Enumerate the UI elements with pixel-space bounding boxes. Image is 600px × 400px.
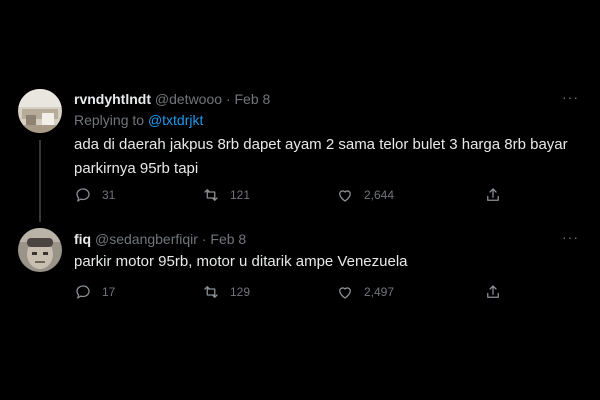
reply-button[interactable]: 17 [74,283,115,301]
retweet-icon [204,286,218,298]
tweet-text: ada di daerah jakpus 8rb dapet ayam 2 sa… [74,133,574,181]
retweet-button[interactable]: 129 [202,283,250,301]
tweet-1[interactable]: rvndyhtlndt @detwooo · Feb 8 ··· Replyin… [0,0,600,220]
like-button[interactable]: 2,497 [336,283,394,301]
tweet-text-line: parkirnya 95rb tapi [74,160,199,177]
retweet-icon [204,189,218,201]
like-icon [339,287,351,299]
tweet-actions: 31 121 2,644 [74,186,514,206]
tweet-header: fiq @sedangberfiqir · Feb 8 [74,230,246,248]
user-handle[interactable]: @detwooo [155,91,222,107]
reply-icon [76,188,90,202]
tweet-text-line: parkir motor 95rb, motor u ditarik ampe … [74,253,408,270]
avatar-image [18,89,62,133]
retweet-button[interactable]: 121 [202,186,250,204]
tweet-date[interactable]: Feb 8 [235,91,271,107]
share-icon [487,285,499,298]
replying-to: Replying to @txtdrjkt [74,112,203,128]
like-icon [339,190,351,202]
display-name[interactable]: fiq [74,231,91,247]
reply-button[interactable]: 31 [74,186,115,204]
like-count: 2,497 [364,285,395,299]
tweet-text-line: ada di daerah jakpus 8rb dapet ayam 2 sa… [74,136,568,153]
like-count: 2,644 [364,188,395,202]
user-handle[interactable]: @sedangberfiqir [95,231,198,247]
tweet-text: parkir motor 95rb, motor u ditarik ampe … [74,250,574,274]
replying-to-mention[interactable]: @txtdrjkt [148,112,203,128]
more-icon[interactable]: ··· [562,229,579,245]
reply-count: 31 [102,188,116,202]
avatar[interactable] [18,228,62,272]
display-name[interactable]: rvndyhtlndt [74,91,151,107]
retweet-count: 121 [230,188,251,202]
avatar-image [18,228,62,272]
reply-icon [76,285,90,299]
share-button[interactable] [484,283,502,301]
tweet-actions: 17 129 2,497 [74,283,514,303]
reply-count: 17 [102,285,116,299]
separator: · [201,231,207,247]
replying-prefix: Replying to [74,112,145,128]
like-button[interactable]: 2,644 [336,186,394,204]
share-button[interactable] [484,186,502,204]
tweet-date[interactable]: Feb 8 [210,231,246,247]
more-icon[interactable]: ··· [562,89,579,105]
retweet-count: 129 [230,285,251,299]
avatar[interactable] [18,89,62,133]
tweet-2[interactable]: fiq @sedangberfiqir · Feb 8 ··· parkir m… [0,220,600,320]
share-icon [487,188,499,201]
separator: · [225,91,231,107]
tweet-header: rvndyhtlndt @detwooo · Feb 8 [74,90,270,108]
